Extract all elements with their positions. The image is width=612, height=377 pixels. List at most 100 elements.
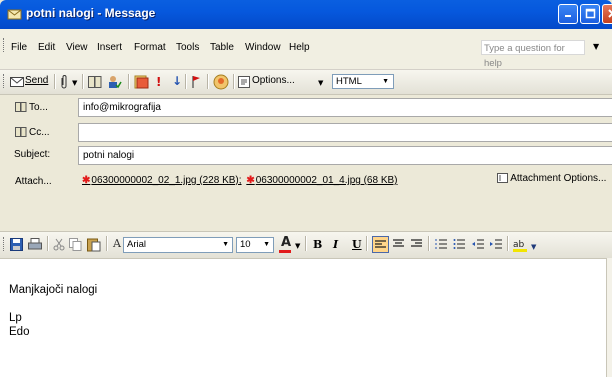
ask-question-input[interactable]: Type a question for help — [481, 40, 585, 69]
menu-table[interactable]: Table — [210, 42, 234, 53]
message-body[interactable]: Manjkajoči nalogi Lp Edo — [0, 258, 606, 377]
font-color-icon[interactable]: A — [281, 235, 291, 250]
minimize-button[interactable] — [558, 4, 578, 24]
menu-file[interactable]: File — [11, 42, 27, 53]
formatting-toolbar: A Arial ▼ 10 ▼ A ▼ B I U ab ▼ — [0, 231, 612, 259]
address-book-icon[interactable] — [88, 76, 102, 88]
menu-bar: File Edit View Insert Format Tools Table… — [0, 29, 612, 91]
body-line: Lp — [9, 312, 22, 324]
ask-dropdown-arrow[interactable]: ▼ — [593, 42, 599, 51]
save-icon[interactable] — [10, 238, 23, 251]
align-center-button[interactable] — [391, 236, 408, 253]
vertical-scrollbar[interactable] — [606, 258, 612, 377]
paste-icon[interactable] — [87, 237, 101, 252]
bold-button[interactable]: B — [313, 238, 322, 251]
toolbar-separator — [82, 74, 84, 89]
toolbar-grip[interactable] — [3, 237, 6, 251]
numbering-button[interactable] — [433, 236, 450, 253]
subject-field[interactable]: potni nalogi — [78, 146, 612, 165]
highlight-icon[interactable]: ab — [513, 237, 529, 252]
message-format-select[interactable]: HTML ▼ — [332, 74, 394, 89]
chevron-down-icon: ▼ — [382, 78, 389, 85]
toolbar-grip[interactable] — [3, 74, 6, 88]
align-right-button[interactable] — [409, 236, 426, 253]
font-name-select[interactable]: Arial ▼ — [123, 237, 233, 253]
font-name-value: Arial — [127, 239, 147, 250]
toolbar-separator — [54, 74, 56, 89]
to-button[interactable]: To... — [14, 98, 78, 118]
increase-indent-icon — [490, 239, 502, 249]
increase-indent-button[interactable] — [488, 236, 505, 253]
menu-view[interactable]: View — [66, 42, 88, 53]
attach-dropdown-arrow[interactable]: ▼ — [72, 79, 77, 87]
cc-label: Cc... — [29, 127, 50, 138]
body-line: Manjkajoči nalogi — [9, 284, 98, 296]
toolbar-separator — [366, 236, 368, 251]
bullets-button[interactable] — [451, 236, 468, 253]
cc-button[interactable]: Cc... — [14, 123, 78, 143]
body-line: Edo — [9, 326, 30, 338]
cc-field[interactable] — [78, 123, 612, 142]
font-icon: A — [113, 237, 121, 250]
attachment-options-icon — [497, 173, 508, 184]
to-row: To... info@mikrografija — [0, 97, 612, 117]
options-icon — [238, 76, 250, 88]
attach-button[interactable]: Attach... — [14, 172, 78, 192]
menu-edit[interactable]: Edit — [38, 42, 55, 53]
menu-tools[interactable]: Tools — [176, 42, 199, 53]
menu-help[interactable]: Help — [289, 42, 310, 53]
flag-follow-up-icon[interactable] — [134, 74, 149, 90]
numbered-list-icon — [435, 239, 447, 249]
toolbar-options-icon[interactable]: ▼ — [531, 243, 536, 251]
toolbar-separator — [305, 236, 307, 251]
toolbar-grip[interactable] — [3, 38, 6, 52]
underline-button[interactable]: U — [352, 238, 362, 251]
close-button[interactable] — [602, 4, 612, 24]
menu-format[interactable]: Format — [134, 42, 166, 53]
toolbar-separator — [428, 236, 430, 251]
print-icon[interactable] — [28, 238, 42, 251]
menu-insert[interactable]: Insert — [97, 42, 122, 53]
toolbar-separator — [185, 74, 187, 89]
address-book-icon — [15, 102, 27, 113]
title-bar[interactable]: potni nalogi - Message — [0, 0, 612, 29]
subject-label: Subject: — [14, 149, 51, 160]
cut-icon[interactable] — [53, 238, 65, 251]
attach-file-icon[interactable] — [60, 74, 68, 90]
minimize-icon — [565, 15, 571, 17]
check-names-icon[interactable] — [108, 75, 122, 89]
chevron-down-icon: ▼ — [222, 241, 229, 248]
toolbar-separator — [128, 74, 130, 89]
subject-row: Subject: potni nalogi — [0, 145, 612, 165]
importance-low-icon[interactable]: ↓ — [172, 74, 182, 88]
font-size-value: 10 — [240, 239, 251, 250]
attachments-field: ✱06300000002_02_1.jpg (228 KB); ✱0630000… — [78, 172, 496, 192]
options-dropdown-arrow[interactable]: ▼ — [318, 79, 323, 87]
attach-row: Attach... ✱06300000002_02_1.jpg (228 KB)… — [0, 169, 612, 193]
align-left-button[interactable] — [372, 236, 389, 253]
maximize-button[interactable] — [580, 4, 600, 24]
importance-high-icon[interactable]: ! — [156, 75, 161, 89]
font-color-swatch — [279, 250, 291, 253]
toolbar-separator — [207, 74, 209, 89]
attachment-item[interactable]: ✱06300000002_02_1.jpg (228 KB); — [82, 172, 242, 189]
decrease-indent-button[interactable] — [470, 236, 487, 253]
font-color-dropdown-arrow[interactable]: ▼ — [295, 242, 300, 250]
menu-window[interactable]: Window — [245, 42, 281, 53]
copy-icon[interactable] — [69, 238, 82, 251]
cc-row: Cc... — [0, 122, 612, 142]
attachment-item[interactable]: ✱06300000002_01_4.jpg (68 KB) — [246, 172, 397, 189]
image-file-icon: ✱ — [82, 175, 91, 186]
toolbar-separator — [507, 236, 509, 251]
attachment-name: 06300000002_02_1.jpg (228 KB); — [91, 175, 242, 186]
options-button[interactable]: Options... — [252, 75, 295, 86]
font-size-select[interactable]: 10 ▼ — [236, 237, 274, 253]
italic-button[interactable]: I — [333, 238, 338, 251]
attachment-options-button[interactable]: Attachment Options... — [497, 173, 606, 184]
permission-icon[interactable] — [213, 74, 229, 90]
to-field[interactable]: info@mikrografija — [78, 98, 612, 117]
attachment-options-label: Attachment Options... — [510, 173, 607, 184]
send-button[interactable]: Send — [25, 75, 48, 86]
flag-icon[interactable] — [191, 75, 201, 89]
standard-toolbar: Send ▼ ! ↓ Options... ▼ HTML ▼ — [0, 70, 612, 95]
